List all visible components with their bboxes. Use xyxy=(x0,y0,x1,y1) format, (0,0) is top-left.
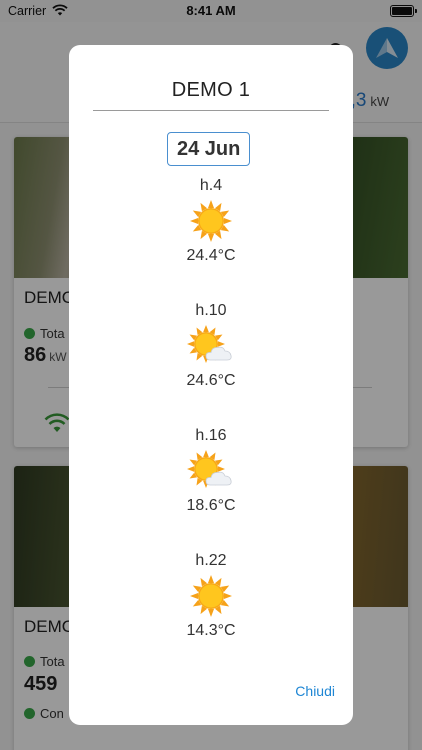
close-button[interactable]: Chiudi xyxy=(295,683,335,699)
slot-hour: h.22 xyxy=(195,552,227,569)
forecast-modal: DEMO 1 24 Jun h.4 24.4°C h.10 24.6°C h.1… xyxy=(69,45,353,725)
slot-temperature: 14.3°C xyxy=(186,622,236,638)
sun-behind-cloud-icon xyxy=(186,324,236,368)
forecast-slot: h.16 18.6°C xyxy=(69,426,353,516)
forecast-slot: h.10 24.6°C xyxy=(69,301,353,391)
slot-hour: h.10 xyxy=(195,302,227,319)
forecast-slot: h.4 24.4°C xyxy=(69,176,353,266)
sun-behind-cloud-icon xyxy=(186,449,236,493)
modal-title: DEMO 1 xyxy=(171,79,251,101)
forecast-list[interactable]: 24 Jun h.4 24.4°C h.10 24.6°C h.16 18.6°… xyxy=(69,131,353,638)
slot-temperature: 24.4°C xyxy=(186,247,236,264)
slot-temperature: 18.6°C xyxy=(186,497,236,514)
slot-hour: h.4 xyxy=(199,177,223,194)
slot-hour: h.16 xyxy=(195,427,227,444)
slot-temperature: 24.6°C xyxy=(186,372,236,389)
sun-icon xyxy=(186,574,236,618)
title-divider xyxy=(93,110,329,111)
forecast-slot: h.22 14.3°C xyxy=(69,551,353,638)
date-chip: 24 Jun xyxy=(167,132,251,166)
sun-icon xyxy=(186,199,236,243)
